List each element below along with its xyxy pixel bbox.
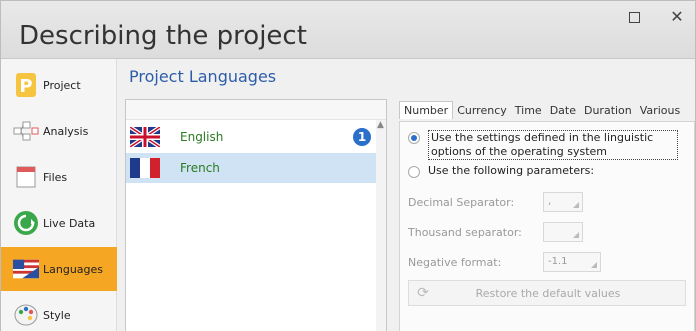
files-icon [13, 164, 39, 190]
field-label: Thousand separator: [408, 225, 522, 239]
window-title: Describing the project [19, 21, 307, 51]
language-name: French [180, 161, 220, 175]
field-value: , [548, 196, 552, 207]
sidebar-item-label: Languages [43, 262, 104, 276]
decimal-separator-row: Decimal Separator: , [408, 192, 583, 212]
maximize-icon [628, 12, 640, 23]
tab-currency[interactable]: Currency [453, 102, 511, 119]
field-label: Decimal Separator: [408, 195, 515, 209]
sidebar-item-label: Live Data [43, 216, 96, 230]
negative-format-row: Negative format: -1.1 [408, 252, 601, 272]
sidebar-item-project[interactable]: P Project [1, 63, 117, 107]
uk-flag-icon [130, 127, 160, 147]
language-list: English 1 French ▲ [125, 99, 387, 331]
live-data-icon [13, 210, 39, 236]
sidebar-item-label: Project [43, 78, 81, 92]
sidebar-item-languages[interactable]: Languages [1, 247, 127, 291]
sidebar-item-analysis[interactable]: Analysis [1, 109, 117, 153]
sidebar-item-label: Files [43, 170, 68, 184]
button-label: Restore the default values [475, 286, 621, 300]
format-tabs: Number Currency Time Date Duration Vario… [399, 99, 695, 121]
decimal-separator-combo[interactable]: , [543, 192, 583, 212]
analysis-diagram-icon [13, 118, 39, 144]
thousand-separator-row: Thousand separator: [408, 222, 583, 242]
languages-flag-icon [13, 256, 39, 282]
tab-time[interactable]: Time [511, 102, 546, 119]
sidebar-item-style[interactable]: Style [1, 293, 117, 331]
restore-defaults-button[interactable]: ⟳ Restore the default values [408, 280, 686, 306]
number-tab-panel: Use the settings defined in the linguist… [399, 121, 695, 331]
france-flag-icon [130, 158, 160, 178]
option-use-following-params[interactable]: Use the following parameters: [408, 164, 594, 178]
field-value: -1.1 [548, 256, 568, 267]
dropdown-arrow-icon [573, 232, 579, 238]
svg-text:P: P [19, 76, 32, 97]
language-row-english[interactable]: English 1 [126, 122, 376, 152]
main-content: Project Languages English 1 French ▲ Num… [117, 59, 695, 331]
negative-format-combo[interactable]: -1.1 [543, 252, 601, 272]
palette-icon [13, 302, 39, 328]
sidebar: P Project Analysis Files Live Data Langu… [1, 59, 127, 331]
info-badge-icon: 1 [353, 128, 371, 146]
radio-button[interactable] [408, 132, 420, 144]
tab-number[interactable]: Number [399, 101, 454, 119]
refresh-icon: ⟳ [417, 285, 429, 301]
tab-various[interactable]: Various [636, 102, 684, 119]
radio-button[interactable] [408, 166, 420, 178]
sidebar-item-label: Style [43, 308, 71, 322]
sidebar-item-live-data[interactable]: Live Data [1, 201, 117, 245]
maximize-button[interactable] [614, 7, 654, 27]
title-bar: Describing the project ✕ [1, 1, 695, 59]
language-row-french[interactable]: French [126, 153, 376, 183]
close-button[interactable]: ✕ [657, 7, 696, 27]
sidebar-item-label: Analysis [43, 124, 89, 138]
radio-label: Use the settings defined in the linguist… [428, 130, 678, 160]
project-description-window: Describing the project ✕ P Project Analy… [0, 0, 696, 331]
section-title: Project Languages [129, 67, 277, 86]
project-p-icon: P [13, 72, 39, 98]
radio-label: Use the following parameters: [428, 164, 595, 177]
field-label: Negative format: [408, 255, 502, 269]
language-list-scrollbar[interactable]: ▲ [376, 120, 386, 331]
sidebar-item-files[interactable]: Files [1, 155, 117, 199]
scroll-up-icon[interactable]: ▲ [377, 120, 384, 130]
option-use-system-settings[interactable]: Use the settings defined in the linguist… [408, 130, 678, 160]
language-name: English [180, 130, 224, 144]
language-list-header [126, 100, 386, 120]
thousand-separator-combo[interactable] [543, 222, 583, 242]
close-icon: ✕ [670, 7, 684, 26]
dropdown-arrow-icon [573, 202, 579, 208]
tab-duration[interactable]: Duration [580, 102, 636, 119]
tab-date[interactable]: Date [546, 102, 580, 119]
dropdown-arrow-icon [591, 262, 597, 268]
